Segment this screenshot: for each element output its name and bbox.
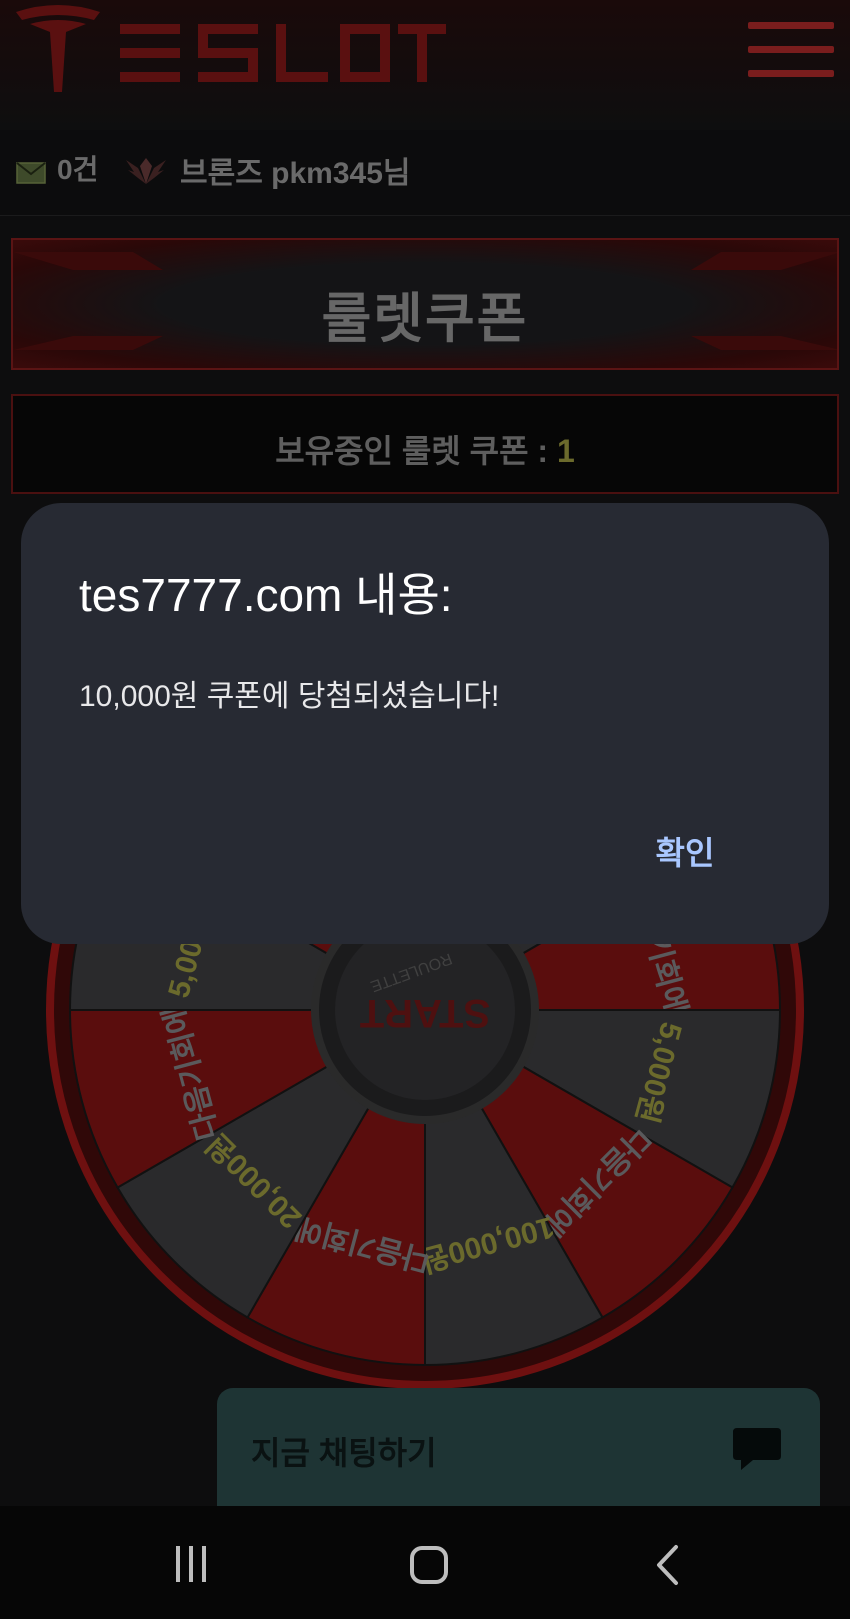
live-chat-button[interactable]: 지금 채팅하기	[217, 1388, 820, 1508]
user-rank-name: 브론즈 pkm345님	[180, 157, 411, 190]
home-icon[interactable]	[410, 1546, 448, 1584]
hamburger-menu-icon[interactable]	[748, 18, 834, 80]
coupon-count-box: 보유중인 룰렛 쿠폰 : 1	[11, 394, 839, 494]
teslot-logo[interactable]	[8, 2, 448, 94]
envelope-icon[interactable]	[16, 162, 46, 184]
alert-dialog: tes7777.com 내용: 10,000원 쿠폰에 당첨되셨습니다! 확인	[21, 503, 829, 944]
dialog-ok-button[interactable]: 확인	[635, 825, 735, 881]
back-icon[interactable]	[654, 1544, 680, 1586]
live-chat-label: 지금 채팅하기	[251, 1435, 437, 1471]
page-title-banner: 룰렛쿠폰	[11, 238, 839, 370]
wheel-start-text: START	[360, 991, 490, 1035]
page-title: 룰렛쿠폰	[321, 289, 529, 349]
dialog-title: tes7777.com 내용:	[79, 569, 453, 621]
recent-apps-icon[interactable]	[172, 1546, 210, 1582]
dialog-message: 10,000원 쿠폰에 당첨되셨습니다!	[79, 680, 500, 713]
header	[0, 0, 850, 130]
coupon-count-value: 1	[556, 433, 575, 469]
mail-count[interactable]: 0건	[57, 148, 98, 188]
chat-bubble-icon	[733, 1428, 781, 1470]
coupon-count-label: 보유중인 룰렛 쿠폰 :	[275, 433, 557, 469]
bronze-wings-icon	[126, 158, 166, 184]
page: 0건 브론즈 pkm345님 룰렛쿠폰 보유중인 룰렛 쿠폰 : 1 다음기회에…	[0, 0, 850, 1619]
